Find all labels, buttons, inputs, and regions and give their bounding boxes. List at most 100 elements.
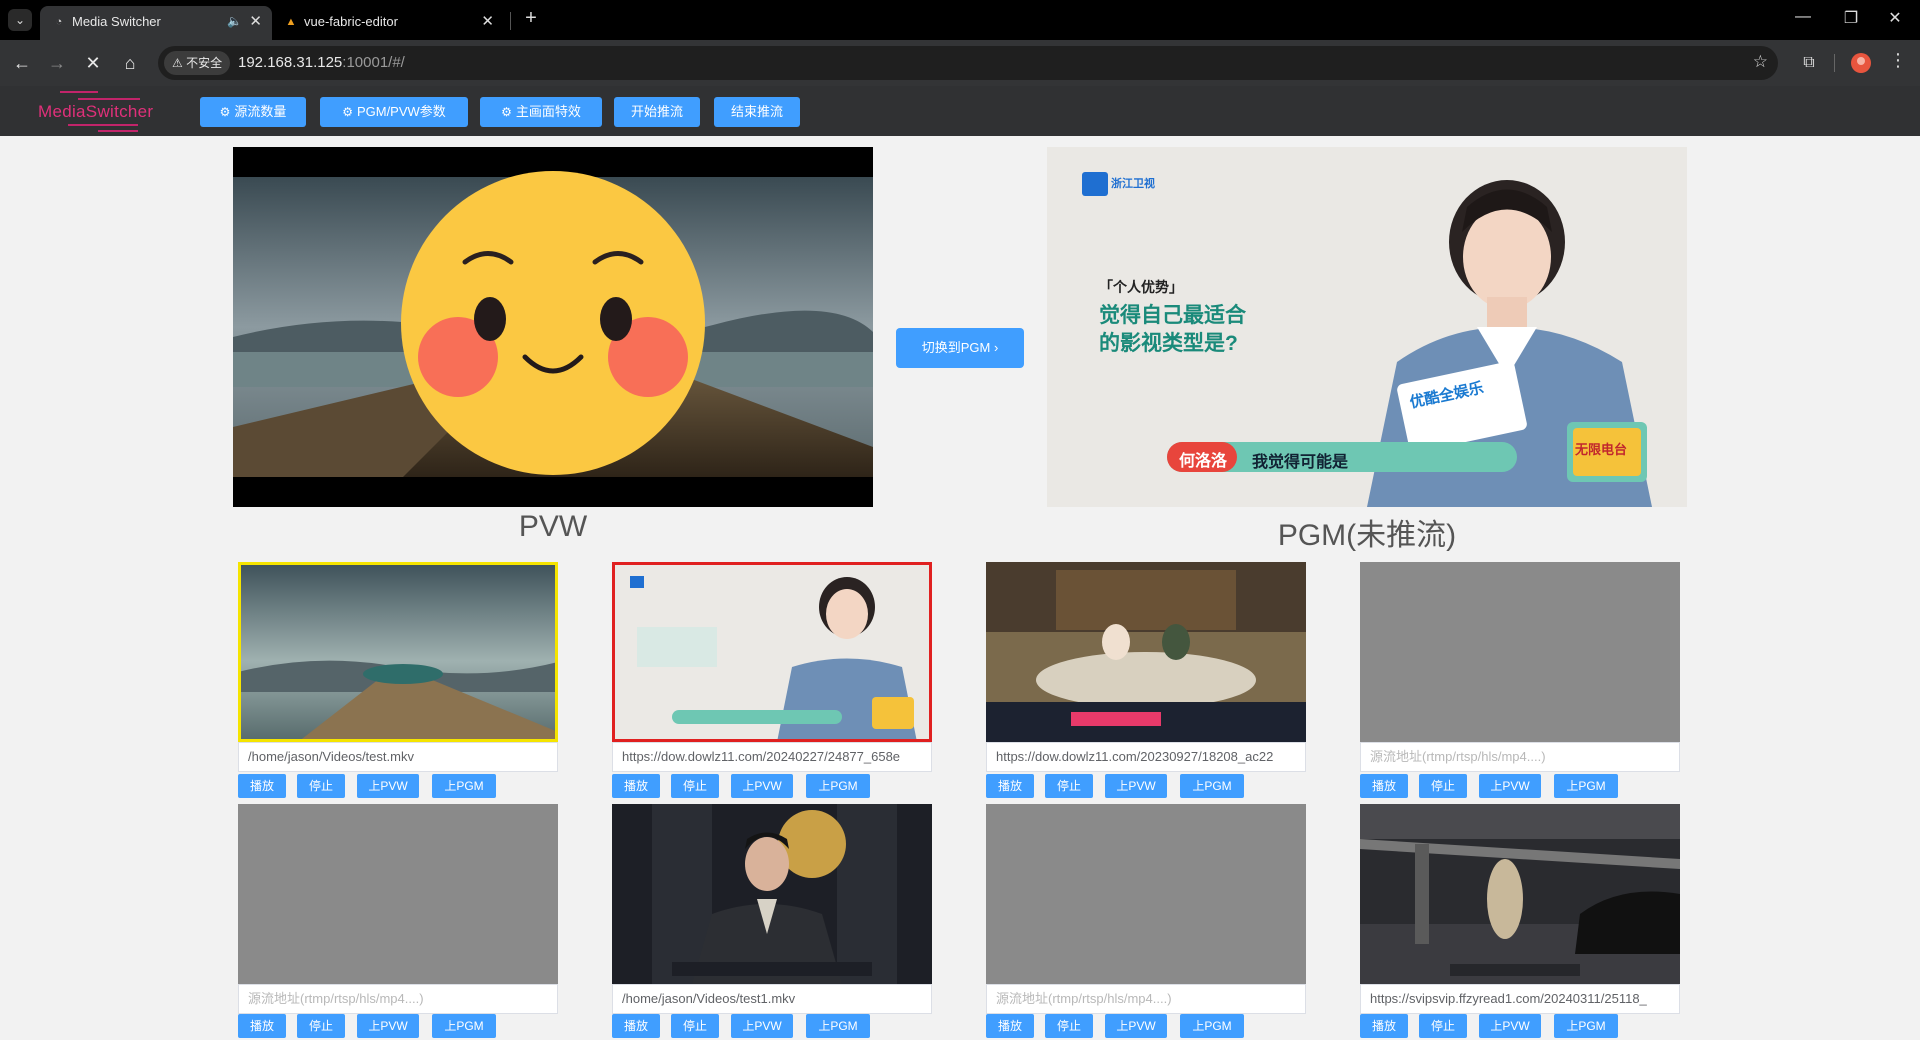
to-pgm-button[interactable]: 上PGM (806, 774, 870, 798)
speaker-icon[interactable]: 🔈 (227, 14, 242, 28)
play-button[interactable]: 播放 (238, 1014, 286, 1038)
play-button[interactable]: 播放 (986, 774, 1034, 798)
source-url-input[interactable]: https://dow.dowlz11.com/20240227/24877_6… (612, 742, 932, 772)
url-path: :10001/#/ (342, 54, 405, 71)
stop-button[interactable]: 停止 (1419, 774, 1467, 798)
to-pgm-button[interactable]: 上PGM (1180, 1014, 1244, 1038)
minimize-button[interactable]: — (1780, 8, 1826, 26)
pgm-caption-line2: 的影视类型是? (1099, 332, 1238, 355)
source-url-input[interactable]: https://dow.dowlz11.com/20230927/18208_a… (986, 742, 1306, 772)
play-button[interactable]: 播放 (1360, 774, 1408, 798)
to-pvw-button[interactable]: 上PVW (731, 774, 793, 798)
tab-search-button[interactable]: ⌄ (8, 9, 32, 31)
source-thumbnail-empty[interactable] (986, 804, 1306, 984)
restore-button[interactable]: ❐ (1828, 8, 1874, 28)
pgm-pvw-params-button[interactable]: ⚙ PGM/PVW参数 (320, 97, 468, 127)
source-url-input[interactable]: /home/jason/Videos/test.mkv (238, 742, 558, 772)
stop-stream-button[interactable]: 结束推流 (714, 97, 800, 127)
to-pgm-button[interactable]: 上PGM (1554, 774, 1618, 798)
source-url-input[interactable]: 源流地址(rtmp/rtsp/hls/mp4....) (986, 984, 1306, 1014)
bookmark-star-icon[interactable]: ☆ (1753, 52, 1768, 72)
play-button[interactable]: 播放 (986, 1014, 1034, 1038)
source-url-input[interactable]: 源流地址(rtmp/rtsp/hls/mp4....) (1360, 742, 1680, 772)
pvw-monitor[interactable] (233, 147, 873, 507)
security-label: 不安全 (186, 56, 223, 70)
tab-media-switcher[interactable]: ◔ Media Switcher 🔈 ✕ (40, 6, 272, 40)
to-pvw-button[interactable]: 上PVW (1479, 774, 1541, 798)
tab-vue-fabric-editor[interactable]: ▲ vue-fabric-editor ✕ (272, 6, 504, 40)
video-frame (1360, 804, 1680, 984)
to-pgm-button[interactable]: 上PGM (806, 1014, 870, 1038)
source-url-input[interactable]: https://svipsvip.ffzyread1.com/20240311/… (1360, 984, 1680, 1014)
pgm-show-logo: 无限电台 (1575, 442, 1628, 457)
to-pvw-button[interactable]: 上PVW (1105, 1014, 1167, 1038)
source-thumbnail[interactable] (238, 562, 558, 742)
address-bar[interactable]: ⚠ 不安全 192.168.31.125:10001/#/ ☆ (158, 46, 1778, 80)
to-pgm-button[interactable]: 上PGM (1554, 1014, 1618, 1038)
play-button[interactable]: 播放 (1360, 1014, 1408, 1038)
play-button[interactable]: 播放 (238, 774, 286, 798)
close-tab-icon[interactable]: ✕ (481, 12, 494, 30)
to-pvw-button[interactable]: 上PVW (731, 1014, 793, 1038)
tab-title: vue-fabric-editor (304, 14, 398, 29)
logo-line-decoration (78, 98, 140, 100)
app-header: MediaSwitcher ⚙ 源流数量 ⚙ PGM/PVW参数 ⚙ 主画面特效 开始… (0, 86, 1920, 136)
button-label: 主画面特效 (515, 104, 581, 119)
gear-icon: ⚙ (501, 105, 512, 119)
tab-favicon-icon: ◔ (55, 16, 63, 28)
main-area: PVW 切换到PGM › 浙江卫视 「个人优势」 觉得自己最适合 的影视类型是?… (0, 136, 1920, 1040)
toolbar-divider (1834, 54, 1835, 72)
source-thumbnail[interactable] (612, 562, 932, 742)
pgm-monitor[interactable]: 浙江卫视 「个人优势」 觉得自己最适合 的影视类型是? 优酷全娱乐 何洛洛 我觉… (1047, 147, 1687, 507)
play-button[interactable]: 播放 (612, 774, 660, 798)
logo-line-decoration (98, 130, 138, 132)
stop-button[interactable]: 停止 (297, 1014, 345, 1038)
to-pgm-button[interactable]: 上PGM (432, 1014, 496, 1038)
source-thumbnail-empty[interactable] (238, 804, 558, 984)
back-button[interactable]: ← (9, 50, 35, 76)
start-stream-button[interactable]: 开始推流 (614, 97, 700, 127)
button-label: 源流数量 (234, 104, 287, 119)
source-thumbnail[interactable] (1360, 804, 1680, 984)
stop-button[interactable]: 停止 (1045, 1014, 1093, 1038)
forward-button[interactable]: → (44, 50, 70, 76)
new-tab-button[interactable]: + (520, 7, 542, 30)
pgm-caption-line1: 觉得自己最适合 (1099, 304, 1246, 327)
video-frame (612, 804, 932, 984)
pgm-channel-logo: 浙江卫视 (1111, 178, 1155, 190)
profile-avatar[interactable] (1851, 53, 1871, 73)
source-url-input[interactable]: 源流地址(rtmp/rtsp/hls/mp4....) (238, 984, 558, 1014)
security-indicator[interactable]: ⚠ 不安全 (164, 51, 231, 75)
stop-button[interactable]: 停止 (1045, 774, 1093, 798)
browser-toolbar: ← → ✕ ⌂ ⚠ 不安全 192.168.31.125:10001/#/ ☆ (0, 40, 1920, 86)
to-pvw-button[interactable]: 上PVW (357, 1014, 419, 1038)
close-window-button[interactable]: ✕ (1872, 8, 1918, 28)
to-pvw-button[interactable]: 上PVW (1479, 1014, 1541, 1038)
source-thumbnail-empty[interactable] (1360, 562, 1680, 742)
to-pvw-button[interactable]: 上PVW (1105, 774, 1167, 798)
close-tab-icon[interactable]: ✕ (249, 12, 262, 30)
url-text: 192.168.31.125:10001/#/ (238, 54, 405, 71)
main-effects-button[interactable]: ⚙ 主画面特效 (480, 97, 602, 127)
browser-menu-icon[interactable]: ⋮ (1888, 50, 1908, 71)
stop-button[interactable]: 停止 (1419, 1014, 1467, 1038)
stop-button[interactable]: 停止 (671, 774, 719, 798)
logo-line-decoration (60, 91, 98, 93)
source-thumbnail[interactable] (986, 562, 1306, 742)
source-url-input[interactable]: /home/jason/Videos/test1.mkv (612, 984, 932, 1014)
switch-to-pgm-button[interactable]: 切换到PGM › (896, 328, 1024, 368)
play-button[interactable]: 播放 (612, 1014, 660, 1038)
source-thumbnail[interactable] (612, 804, 932, 984)
to-pvw-button[interactable]: 上PVW (357, 774, 419, 798)
stop-loading-button[interactable]: ✕ (80, 50, 106, 76)
stop-button[interactable]: 停止 (297, 774, 345, 798)
stop-button[interactable]: 停止 (671, 1014, 719, 1038)
home-button[interactable]: ⌂ (117, 50, 143, 76)
pgm-label: PGM(未推流) (1277, 519, 1457, 552)
to-pgm-button[interactable]: 上PGM (432, 774, 496, 798)
to-pgm-button[interactable]: 上PGM (1180, 774, 1244, 798)
tab-title: Media Switcher (72, 14, 161, 29)
extensions-icon[interactable]: ⧉ (1796, 50, 1822, 76)
source-count-button[interactable]: ⚙ 源流数量 (200, 97, 306, 127)
app-logo: MediaSwitcher (38, 88, 168, 134)
